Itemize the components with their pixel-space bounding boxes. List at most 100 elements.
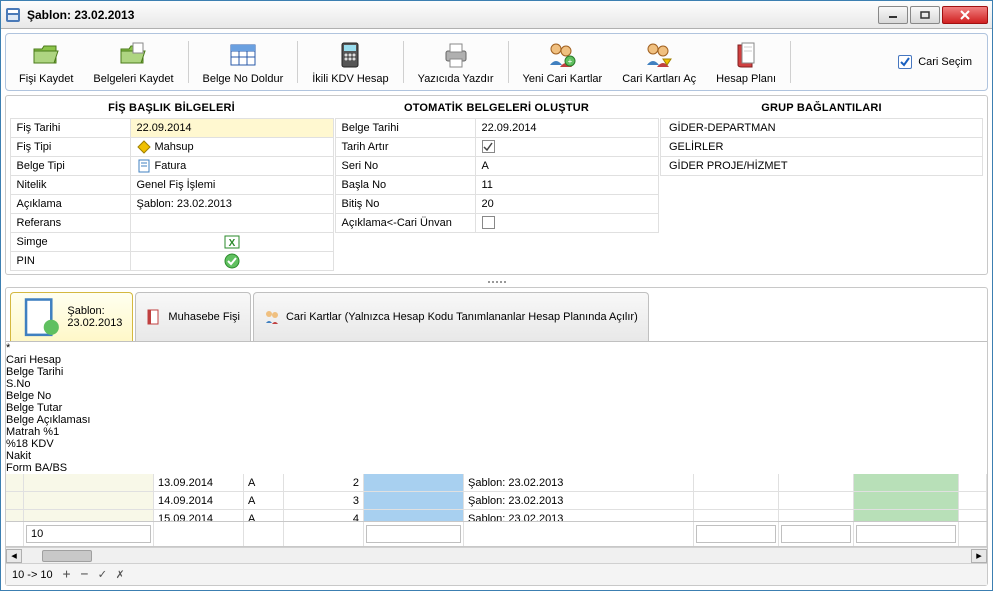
ikili-kdv-hesap-button[interactable]: İkili KDV Hesap <box>302 37 398 87</box>
group-item[interactable]: GİDER-DEPARTMAN <box>660 118 983 138</box>
filter-cari-hesap[interactable] <box>26 525 151 543</box>
yeni-cari-kartlar-button[interactable]: + Yeni Cari Kartlar <box>513 37 613 87</box>
pager-cancel[interactable]: ✗ <box>116 567 124 582</box>
grid-body[interactable]: 13.09.2014A2Şablon: 23.02.201314.09.2014… <box>6 474 987 521</box>
col-form-babs[interactable]: Form BA/BS <box>6 462 987 474</box>
group-item[interactable]: GİDER PROJE/HİZMET <box>660 156 983 176</box>
bitis-no-field[interactable]: 20 <box>475 194 659 214</box>
col-kdv[interactable]: %18 KDV <box>6 438 987 450</box>
cari-secim-checkbox[interactable]: Cari Seçim <box>898 55 972 69</box>
calculator-icon <box>334 39 366 71</box>
check-circle-icon <box>224 253 240 269</box>
diamond-icon <box>137 140 151 154</box>
table-row[interactable]: 14.09.2014A3Şablon: 23.02.2013 <box>6 492 987 510</box>
data-grid: * Cari Hesap Belge Tarihi S.No Belge No … <box>6 341 987 585</box>
seri-no-label: Seri No <box>335 156 476 176</box>
tab-sablon[interactable]: Şablon: 23.02.2013 <box>10 292 133 341</box>
table-row[interactable]: 15.09.2014A4Şablon: 23.02.2013 <box>6 510 987 521</box>
header-panels: FİŞ BAŞLIK BİLGELERİ Fiş Tarihi 22.09.20… <box>5 95 988 275</box>
scroll-left-icon[interactable]: ◂ <box>6 549 22 563</box>
col-belge-tutar[interactable]: Belge Tutar <box>6 402 987 414</box>
fis-tarihi-field[interactable]: 22.09.2014 <box>130 118 334 138</box>
filter-kdv[interactable] <box>781 525 851 543</box>
nitelik-label: Nitelik <box>10 175 131 195</box>
belge-tarihi-label: Belge Tarihi <box>335 118 476 138</box>
filter-matrah[interactable] <box>696 525 776 543</box>
hesap-plani-button[interactable]: Hesap Planı <box>706 37 786 87</box>
fis-tarihi-label: Fiş Tarihi <box>10 118 131 138</box>
filter-nakit[interactable] <box>856 525 956 543</box>
users-new-icon: + <box>546 39 578 71</box>
folder-docs-icon <box>117 39 149 71</box>
svg-text:X: X <box>228 238 235 249</box>
bitis-no-label: Bitiş No <box>335 194 476 214</box>
tabs-area: Şablon: 23.02.2013 Muhasebe Fişi Cari Ka… <box>5 287 988 586</box>
col-sno[interactable]: S.No <box>6 378 987 390</box>
ledger-icon <box>730 39 762 71</box>
yazicida-yazdir-button[interactable]: Yazıcıda Yazdır <box>408 37 504 87</box>
app-icon <box>5 7 21 23</box>
scroll-right-icon[interactable]: ▸ <box>971 549 987 563</box>
nitelik-field[interactable]: Genel Fiş İşlemi <box>130 175 334 195</box>
pager-plus[interactable]: + <box>63 567 71 582</box>
col-indicator[interactable]: * <box>6 342 987 354</box>
printer-icon <box>440 39 472 71</box>
scrollbar-thumb[interactable] <box>42 550 92 562</box>
pager-minus[interactable]: − <box>81 567 89 582</box>
col-matrah[interactable]: Matrah %1 <box>6 426 987 438</box>
belgeleri-kaydet-button[interactable]: Belgeleri Kaydet <box>83 37 183 87</box>
tab-cari-kartlar[interactable]: Cari Kartlar (Yalnızca Hesap Kodu Tanıml… <box>253 292 649 341</box>
horizontal-scrollbar[interactable]: ◂ ▸ <box>6 547 987 563</box>
cari-kartlari-ac-button[interactable]: Cari Kartları Aç <box>612 37 706 87</box>
seri-no-field[interactable]: A <box>475 156 659 176</box>
pin-label: PIN <box>10 251 131 271</box>
aciklama-cari-checkbox[interactable] <box>475 213 659 233</box>
group-item[interactable]: GELİRLER <box>660 137 983 157</box>
excel-icon: X <box>224 234 240 250</box>
col-nakit[interactable]: Nakit <box>6 450 987 462</box>
tab-strip: Şablon: 23.02.2013 Muhasebe Fişi Cari Ka… <box>6 288 987 341</box>
basla-no-label: Başla No <box>335 175 476 195</box>
users-small-icon <box>264 309 280 325</box>
filter-belge-tutar[interactable] <box>366 525 461 543</box>
col-belge-aciklamasi[interactable]: Belge Açıklaması <box>6 414 987 426</box>
maximize-button[interactable] <box>910 6 940 24</box>
tab-muhasebe-fisi[interactable]: Muhasebe Fişi <box>135 292 251 341</box>
basla-no-field[interactable]: 11 <box>475 175 659 195</box>
horizontal-splitter[interactable] <box>1 279 992 287</box>
pin-field[interactable] <box>130 251 334 271</box>
col-belge-tarihi[interactable]: Belge Tarihi <box>6 366 987 378</box>
aciklama-field[interactable]: Şablon: 23.02.2013 <box>130 194 334 214</box>
app-window: Şablon: 23.02.2013 Fişi Kaydet Belgeleri… <box>0 0 993 591</box>
fis-tipi-field[interactable]: Mahsup <box>130 137 334 157</box>
minimize-button[interactable] <box>878 6 908 24</box>
referans-field[interactable] <box>130 213 334 233</box>
aciklama-label: Açıklama <box>10 194 131 214</box>
folder-save-icon <box>30 39 62 71</box>
document-icon <box>137 159 151 173</box>
otomatik-belgeleri-panel: OTOMATİK BELGELERİ OLUŞTUR Belge Tarihi … <box>334 99 659 271</box>
belge-tarihi-field[interactable]: 22.09.2014 <box>475 118 659 138</box>
col-cari-hesap[interactable]: Cari Hesap <box>6 354 987 366</box>
window-title: Şablon: 23.02.2013 <box>27 8 876 22</box>
belge-tipi-field[interactable]: Fatura <box>130 156 334 176</box>
grid-header: * Cari Hesap Belge Tarihi S.No Belge No … <box>6 342 987 474</box>
grid-fill-icon <box>227 39 259 71</box>
fis-tipi-label: Fiş Tipi <box>10 137 131 157</box>
close-button[interactable] <box>942 6 988 24</box>
tarih-artir-checkbox[interactable] <box>475 137 659 157</box>
fisi-kaydet-button[interactable]: Fişi Kaydet <box>9 37 83 87</box>
group-list: GİDER-DEPARTMAN GELİRLER GİDER PROJE/HİZ… <box>660 118 983 176</box>
template-icon <box>21 297 61 337</box>
fis-baslik-panel: FİŞ BAŞLIK BİLGELERİ Fiş Tarihi 22.09.20… <box>9 99 334 271</box>
pager-text: 10 -> 10 <box>12 569 53 581</box>
filter-row <box>6 521 987 547</box>
simge-field[interactable]: X <box>130 232 334 252</box>
main-toolbar: Fişi Kaydet Belgeleri Kaydet Belge No Do… <box>5 33 988 91</box>
table-row[interactable]: 13.09.2014A2Şablon: 23.02.2013 <box>6 474 987 492</box>
belge-no-doldur-button[interactable]: Belge No Doldur <box>193 37 294 87</box>
pager-check[interactable]: ✓ <box>98 567 106 582</box>
col-belge-no[interactable]: Belge No <box>6 390 987 402</box>
titlebar: Şablon: 23.02.2013 <box>1 1 992 29</box>
referans-label: Referans <box>10 213 131 233</box>
